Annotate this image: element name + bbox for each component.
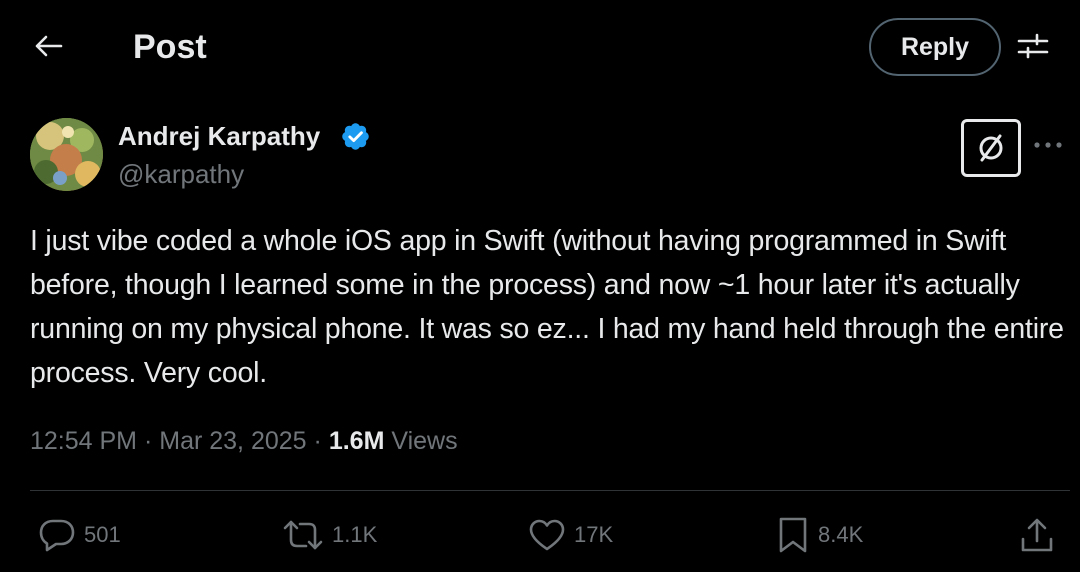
- comment-icon: [39, 519, 75, 552]
- grok-button[interactable]: [961, 119, 1021, 177]
- share-action-button[interactable]: [1018, 513, 1056, 557]
- heart-icon: [529, 519, 565, 551]
- post-time[interactable]: 12:54 PM: [30, 427, 137, 455]
- arrow-left-icon: [35, 35, 63, 57]
- like-count: 17K: [574, 522, 614, 547]
- divider: [30, 490, 1070, 491]
- repost-count: 1.1K: [332, 522, 378, 547]
- views-count: 1.6M: [328, 427, 385, 455]
- views-label: Views: [391, 427, 458, 455]
- like-action-button[interactable]: 17K: [528, 513, 613, 557]
- bookmark-action-button[interactable]: 8.4K: [776, 513, 863, 557]
- grok-icon: [979, 134, 1003, 162]
- verified-badge-icon: [342, 123, 369, 150]
- author-handle[interactable]: @karpathy: [118, 157, 244, 191]
- author-name[interactable]: Andrej Karpathy: [118, 119, 320, 153]
- page-title: Post: [133, 28, 207, 66]
- avatar-image: [30, 118, 103, 191]
- post-date[interactable]: Mar 23, 2025: [159, 427, 306, 455]
- repost-action-button[interactable]: 1.1K: [282, 513, 377, 557]
- post-meta: 12:54 PM · Mar 23, 2025 · 1.6M Views: [30, 424, 458, 458]
- bookmark-icon: [779, 517, 807, 553]
- repost-icon: [283, 520, 323, 550]
- bookmark-count: 8.4K: [818, 522, 864, 547]
- reply-count: 501: [84, 522, 121, 547]
- avatar[interactable]: [30, 118, 103, 191]
- meta-separator: ·: [143, 427, 153, 455]
- sliders-icon: [1017, 33, 1049, 59]
- back-button[interactable]: [30, 28, 66, 64]
- post-text: I just vibe coded a whole iOS app in Swi…: [30, 225, 1064, 389]
- share-icon: [1021, 518, 1053, 552]
- meta-separator: ·: [313, 427, 322, 455]
- reply-action-button[interactable]: 501: [38, 513, 121, 557]
- filter-button[interactable]: [1014, 28, 1052, 64]
- more-options-button[interactable]: [1030, 130, 1066, 160]
- reply-button[interactable]: Reply: [869, 18, 1001, 76]
- more-horizontal-icon: [1034, 142, 1062, 148]
